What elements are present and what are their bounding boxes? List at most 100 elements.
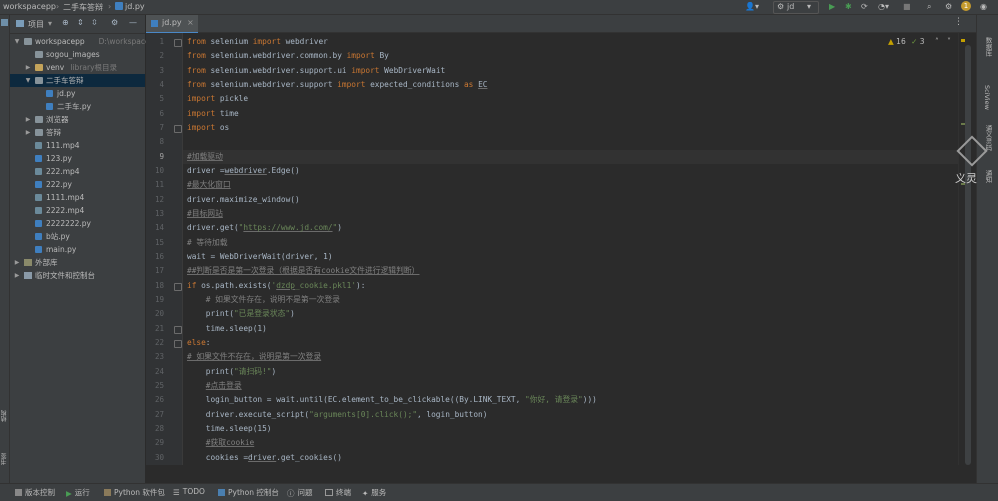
ai-assistant-icon[interactable]: ◉ [980,2,987,11]
run-config-select[interactable]: ⚙ jd ▾ [773,1,819,14]
code-line[interactable]: from selenium.webdriver.support import e… [187,78,487,92]
tab-jd-py[interactable]: jd.py × [146,15,198,34]
tree-item[interactable]: 2222.mp4 [10,204,145,217]
scroll-thumb[interactable] [965,45,971,465]
search-icon[interactable]: ⌕ [927,2,931,12]
fold-marker-icon[interactable] [174,325,182,334]
tool-python-packages[interactable]: Python 软件包 [104,487,165,498]
code-line[interactable]: #最大化窗口 [187,178,231,192]
code-line[interactable]: #目标网站 [187,207,223,221]
code-line[interactable]: from selenium import webdriver [187,35,328,49]
code-line[interactable]: import os [187,121,229,135]
code-line[interactable]: from selenium.webdriver.common.by import… [187,49,389,63]
tool-todo[interactable]: ☰ TODO [173,487,205,497]
tree-item[interactable]: ▼ workspacepp D:\workspacepp [10,35,159,48]
code-line[interactable]: print("请扫码!") [187,365,276,379]
tree-item[interactable]: 222.mp4 [10,165,145,178]
database-tool-label[interactable]: 数据库 [983,37,993,57]
tree-item[interactable]: 123.py [10,152,145,165]
tree-item[interactable]: 二手车.py [10,100,145,113]
close-icon[interactable]: × [187,18,194,27]
tree-item[interactable]: 222.py [10,178,145,191]
code-line[interactable]: if os.path.exists('dzdp_cookie.pkl1'): [187,279,365,293]
notification-badge[interactable]: 1 [961,1,971,11]
chevron-right-icon[interactable]: ▶ [24,61,32,74]
more-tabs-icon[interactable]: ⋮ [954,17,963,27]
run-icon[interactable]: ▶ [829,2,835,11]
gear-icon[interactable]: ⚙ [111,18,118,27]
code-line[interactable]: import pickle [187,92,248,106]
tree-item[interactable]: ▶ 答辩 [10,126,145,139]
code-line[interactable]: import time [187,107,239,121]
code-line[interactable]: driver.get("https://www.jd.com/") [187,221,342,235]
tree-item[interactable]: ▶ venv library根目录 [10,61,145,74]
chevron-right-icon[interactable]: ▶ [24,113,32,126]
stop-icon[interactable]: ■ [903,2,911,11]
tree-item[interactable]: jd.py [10,87,145,100]
chevron-right-icon[interactable]: ▶ [13,256,21,269]
code-line[interactable]: # 等待加载 [187,236,228,250]
code-line[interactable]: #获取cookie [187,436,254,450]
tree-item[interactable]: ▶ 临时文件和控制台 [10,269,145,282]
chevron-right-icon[interactable]: ▶ [24,126,32,139]
code-line[interactable]: wait = WebDriverWait(driver, 1) [187,250,333,264]
code-line[interactable]: driver =webdriver.Edge() [187,164,300,178]
chevron-right-icon[interactable]: ▶ [13,269,21,282]
chevron-down-icon[interactable]: ▼ [24,74,32,87]
code-line[interactable]: driver.maximize_window() [187,193,300,207]
code-line[interactable]: time.sleep(15) [187,422,272,436]
code-line[interactable]: print("已是登录状态") [187,307,295,321]
code-line[interactable]: ##判断是否是第一次登录（根据是否有cookie文件进行逻辑判断） [187,264,419,278]
locate-icon[interactable]: ⊕ [62,18,69,27]
tool-python-console[interactable]: Python 控制台 [218,487,279,498]
tool-version-control[interactable]: 版本控制 [15,487,55,498]
tree-item[interactable]: ▼ 二手车答辩 [10,74,145,87]
code-line[interactable]: #点击登录 [187,379,242,393]
settings-icon[interactable]: ⚙ [945,2,952,11]
sciview-tool-label[interactable]: SciView [983,85,991,110]
breadcrumb-file[interactable]: jd.py [125,2,145,11]
bookmarks-tool-label[interactable]: 书签 [0,453,9,465]
code-line[interactable]: # 如果文件存在，说明不是第一次登录 [187,293,340,307]
error-stripe-mark[interactable] [961,123,965,125]
fold-marker-icon[interactable] [174,124,182,133]
code-line[interactable]: login_button = wait.until(EC.element_to_… [187,393,597,407]
profile-icon[interactable]: ◔▾ [878,2,889,11]
breadcrumb-folder[interactable]: 二手车答辩 [63,2,103,13]
structure-tool-label[interactable]: 结构 [0,410,9,422]
project-panel-title[interactable]: 项目 [28,19,44,30]
tree-item[interactable]: 111.mp4 [10,139,145,152]
collapse-all-icon[interactable]: ⇳ [91,18,98,27]
tree-item[interactable]: b站.py [10,230,145,243]
code-line[interactable]: else: [187,336,210,350]
debug-icon[interactable]: ✱ [845,2,852,11]
code-editor[interactable]: ▲ 16 ✓ 3 ˄ ˅ from selenium import webdri… [183,33,958,465]
code-line[interactable]: driver.execute_script("arguments[0].clic… [187,408,488,422]
tree-item[interactable]: 2222222.py [10,217,145,230]
tree-item[interactable]: ▶ 外部库 [10,256,145,269]
hide-icon[interactable]: — [129,18,137,27]
fold-marker-icon[interactable] [174,39,182,47]
fold-marker-icon[interactable] [174,339,182,348]
project-name[interactable]: workspacepp [3,2,56,11]
tree-item[interactable]: main.py [10,243,145,256]
error-stripe-mark[interactable] [961,39,965,42]
next-highlight-icon[interactable]: ˅ [947,37,951,46]
fold-marker-icon[interactable] [174,282,182,291]
tool-problems[interactable]: ⓘ 问题 [287,487,313,498]
expand-all-icon[interactable]: ⇕ [77,18,84,27]
code-line[interactable]: # 如果文件不存在，说明是第一次登录 [187,350,321,364]
code-line[interactable]: from selenium.webdriver.support.ui impor… [187,64,445,78]
code-line[interactable]: cookies =driver.get_cookies() [187,451,342,465]
chevron-down-icon[interactable]: ▾ [48,19,52,28]
editor-scrollbar[interactable] [958,33,977,465]
code-line[interactable]: time.sleep(1) [187,322,267,336]
chevron-down-icon[interactable]: ▼ [13,35,21,48]
tool-terminal[interactable]: 终端 [325,487,351,498]
tool-services[interactable]: ✦ 服务 [362,487,386,498]
tree-item[interactable]: 1111.mp4 [10,191,145,204]
coverage-icon[interactable]: ⟳ [861,2,868,11]
code-line[interactable]: #加载驱动 [183,149,958,164]
tree-item[interactable]: sogou_images [10,48,145,61]
inspection-widget[interactable]: ▲ 16 ✓ 3 ˄ ˅ [888,37,951,46]
